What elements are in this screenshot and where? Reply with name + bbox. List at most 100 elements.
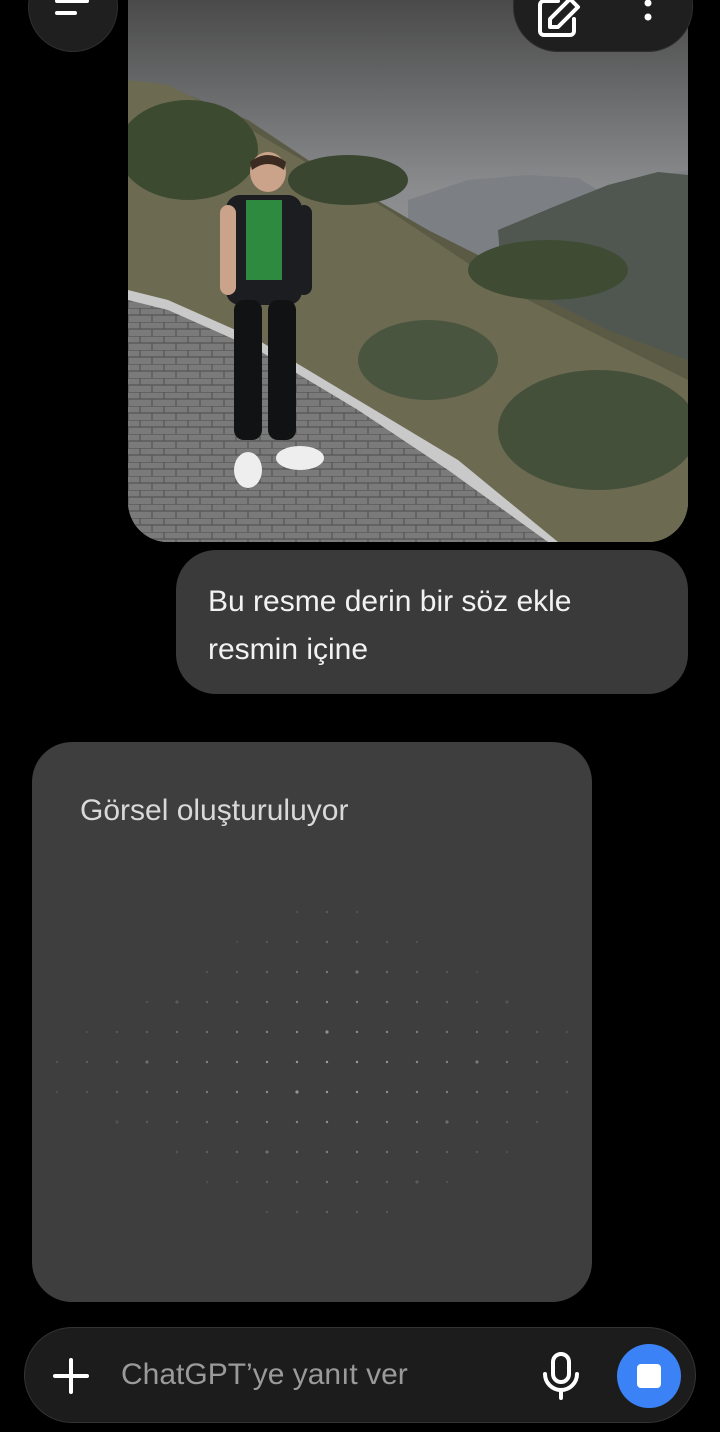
loading-dot [415,1060,419,1064]
loading-dot [505,1090,509,1094]
loading-dot [295,1150,299,1154]
loading-dot [295,1090,299,1094]
loading-dot [145,1120,149,1124]
loading-dot [265,1120,269,1124]
loading-dot [355,1000,359,1004]
loading-dot [475,1030,479,1034]
menu-icon [55,0,89,15]
more-vertical-icon[interactable] [640,0,656,39]
loading-dot [325,1030,329,1034]
loading-dot [325,1120,329,1124]
loading-dot [385,1180,389,1184]
loading-dot [355,1180,359,1184]
loading-dot [415,1150,419,1154]
loading-dot [325,940,329,944]
plus-icon[interactable] [51,1356,91,1396]
loading-dot [265,1060,269,1064]
chat-screen: Bu resme derin bir söz ekle resmin içine… [0,0,720,1432]
loading-dot [445,1150,449,1154]
loading-dot [475,1150,479,1154]
loading-dot [385,1030,389,1034]
loading-dot [55,1090,59,1094]
loading-dot [475,1090,479,1094]
loading-dot [355,1060,359,1064]
loading-dot [355,1150,359,1154]
loading-dot [205,1120,209,1124]
loading-dot [415,970,419,974]
loading-dot [175,1030,179,1034]
loading-dot [505,1030,509,1034]
loading-dot [385,1210,389,1214]
loading-dot [235,1180,239,1184]
loading-dot [115,1060,119,1064]
image-generating-card: Görsel oluşturuluyor [32,742,592,1302]
loading-dot [295,910,299,914]
user-message-text: Bu resme derin bir söz ekle resmin içine [208,585,572,666]
loading-dot [295,1210,299,1214]
loading-dot [265,970,269,974]
loading-dot [205,1030,209,1034]
loading-dot [355,940,359,944]
loading-dot [475,1120,479,1124]
loading-dot [205,1180,209,1184]
loading-dot [355,1120,359,1124]
loading-dot [415,1120,419,1124]
loading-dot [415,1000,419,1004]
loading-dot [265,1180,269,1184]
loading-dot [415,1030,419,1034]
loading-dot [535,1030,539,1034]
loading-dot [325,910,329,914]
stop-icon [637,1364,661,1388]
loading-dot [385,1060,389,1064]
loading-dot [55,1060,59,1064]
loading-dot [355,1210,359,1214]
top-actions [513,0,693,52]
loading-dot [505,1000,509,1004]
loading-dot [535,1060,539,1064]
loading-dot [445,1090,449,1094]
loading-dot [475,1060,479,1064]
loading-dot [385,940,389,944]
user-message-bubble: Bu resme derin bir söz ekle resmin içine [176,550,688,694]
loading-dot [265,940,269,944]
loading-dots-pattern [55,910,569,1214]
loading-dot [415,940,419,944]
user-photo[interactable] [128,0,688,542]
loading-dot [265,1090,269,1094]
loading-dot [115,1120,119,1124]
loading-dot [235,1030,239,1034]
loading-dot [505,1060,509,1064]
mic-icon[interactable] [541,1352,581,1400]
stop-button[interactable] [617,1344,681,1408]
loading-dot [235,1090,239,1094]
loading-dot [325,970,329,974]
loading-dot [445,970,449,974]
loading-dot [115,1030,119,1034]
edit-icon[interactable] [536,0,580,37]
loading-dot [385,1000,389,1004]
loading-dot [235,970,239,974]
loading-dot [205,970,209,974]
loading-dot [325,1000,329,1004]
loading-dot [145,1090,149,1094]
loading-dot [445,1120,449,1124]
loading-dot [265,1000,269,1004]
loading-dot [85,1030,89,1034]
loading-dot [175,1060,179,1064]
loading-dot [205,1000,209,1004]
loading-dot [565,1030,569,1034]
loading-dot [145,1000,149,1004]
loading-dot [565,1090,569,1094]
loading-dot [205,1060,209,1064]
loading-dot [505,1150,509,1154]
loading-dot [355,910,359,914]
loading-dot [265,1210,269,1214]
message-input[interactable]: ChatGPT’ye yanıt ver [121,1358,408,1392]
loading-dot [325,1060,329,1064]
loading-dot [415,1180,419,1184]
loading-dot [535,1090,539,1094]
loading-dot [295,1030,299,1034]
loading-dot [175,1150,179,1154]
loading-dot [415,1090,419,1094]
menu-button[interactable] [28,0,118,52]
